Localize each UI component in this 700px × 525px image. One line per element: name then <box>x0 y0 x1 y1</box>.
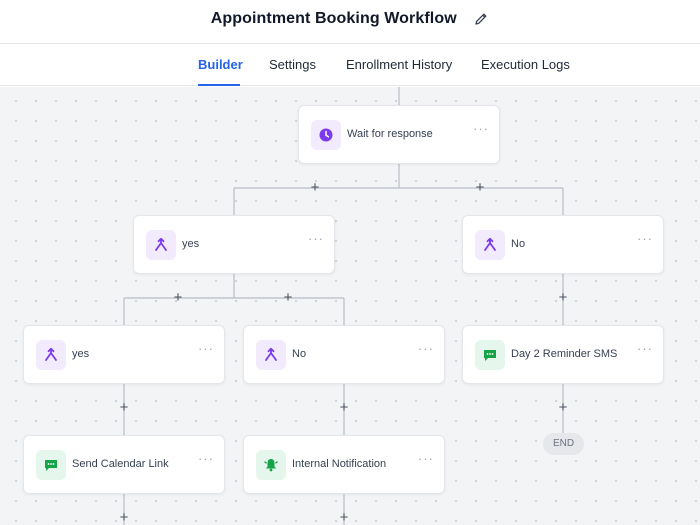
end-marker: END <box>543 433 584 455</box>
node-icon <box>36 340 66 370</box>
more-options-button[interactable]: ··· <box>198 452 214 465</box>
node-send-calendar-link[interactable]: Send Calendar Link ··· <box>23 435 225 494</box>
add-step-button[interactable]: + <box>337 510 351 525</box>
add-step-button[interactable]: + <box>281 290 295 305</box>
add-step-button[interactable]: + <box>473 180 487 195</box>
add-step-button[interactable]: + <box>117 510 131 525</box>
node-icon <box>146 230 176 260</box>
branch-icon <box>265 347 277 361</box>
more-options-button[interactable]: ··· <box>198 342 214 355</box>
node-icon <box>36 450 66 480</box>
add-step-button[interactable]: + <box>117 400 131 415</box>
chat-icon <box>484 350 496 361</box>
node-label: yes <box>182 238 200 250</box>
add-step-button[interactable]: + <box>171 290 185 305</box>
more-options-button[interactable]: ··· <box>637 342 653 355</box>
node-branch-yes[interactable]: yes ··· <box>133 215 335 274</box>
more-options-button[interactable]: ··· <box>418 452 434 465</box>
branch-icon <box>484 237 496 251</box>
node-day-2-reminder-sms[interactable]: Day 2 Reminder SMS ··· <box>462 325 664 384</box>
node-label: Wait for response <box>347 128 433 140</box>
node-icon <box>256 450 286 480</box>
node-icon <box>475 340 505 370</box>
clock-icon <box>319 128 333 142</box>
branch-icon <box>155 237 167 251</box>
node-internal-notification[interactable]: Internal Notification ··· <box>243 435 445 494</box>
node-label: No <box>292 348 307 360</box>
more-options-button[interactable]: ··· <box>418 342 434 355</box>
edit-title-button[interactable] <box>473 11 489 27</box>
node-icon <box>256 340 286 370</box>
tab-settings[interactable]: Settings <box>269 57 316 72</box>
pencil-icon <box>475 13 487 25</box>
workflow-title-row: Appointment Booking Workflow <box>0 10 700 28</box>
tab-execution-logs[interactable]: Execution Logs <box>481 57 570 72</box>
workflow-canvas[interactable]: + + + + + + + + + + Wait for response ··… <box>0 87 700 525</box>
top-bar: Appointment Booking Workflow <box>0 0 700 44</box>
more-options-button[interactable]: ··· <box>473 122 489 135</box>
node-branch-no[interactable]: No ··· <box>462 215 664 274</box>
node-wait-for-response[interactable]: Wait for response ··· <box>298 105 500 164</box>
tab-enrollment-history[interactable]: Enrollment History <box>346 57 452 72</box>
add-step-button[interactable]: + <box>556 290 570 305</box>
workflow-title: Appointment Booking Workflow <box>210 10 457 27</box>
chat-icon <box>45 460 57 471</box>
active-tab-indicator <box>198 84 240 86</box>
node-icon <box>311 120 341 150</box>
node-label: Internal Notification <box>292 458 387 470</box>
add-step-button[interactable]: + <box>308 180 322 195</box>
more-options-button[interactable]: ··· <box>637 232 653 245</box>
node-label: Day 2 Reminder SMS <box>511 348 618 360</box>
node-sub-branch-no[interactable]: No ··· <box>243 325 445 384</box>
node-label: No <box>511 238 526 250</box>
node-sub-branch-yes[interactable]: yes ··· <box>23 325 225 384</box>
node-label: Send Calendar Link <box>72 458 169 470</box>
add-step-button[interactable]: + <box>337 400 351 415</box>
add-step-button[interactable]: + <box>556 400 570 415</box>
bell-icon <box>264 459 278 472</box>
node-icon <box>475 230 505 260</box>
branch-icon <box>45 347 57 361</box>
tab-bar: Builder Settings Enrollment History Exec… <box>0 44 700 86</box>
tab-builder[interactable]: Builder <box>198 57 243 72</box>
node-label: yes <box>72 348 90 360</box>
more-options-button[interactable]: ··· <box>308 232 324 245</box>
